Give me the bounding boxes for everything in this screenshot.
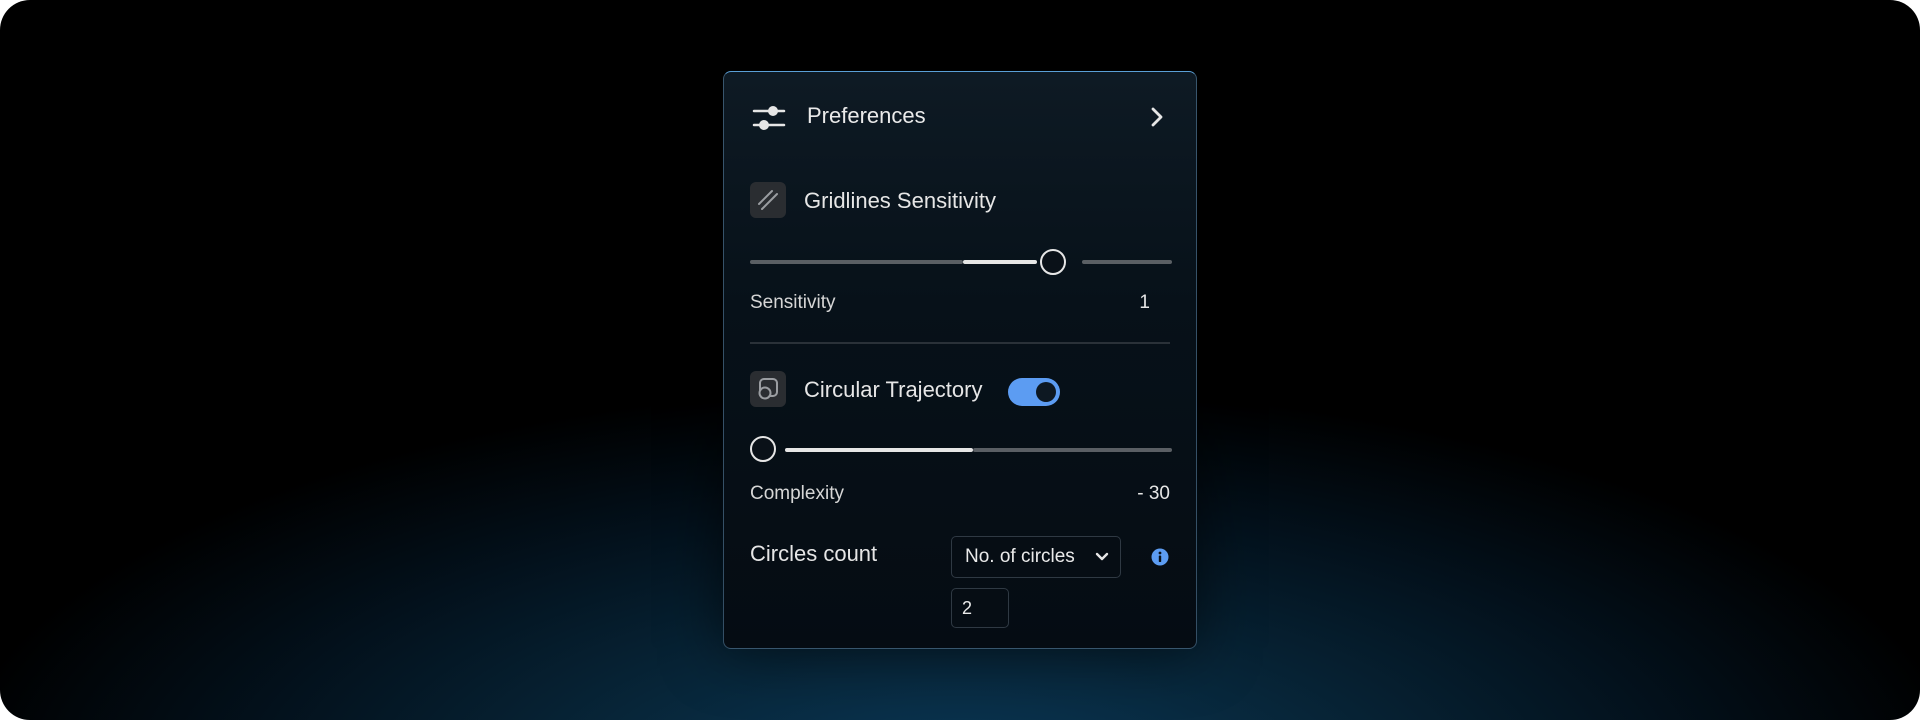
toggle-knob [1036, 382, 1056, 402]
select-value: No. of circles [965, 546, 1075, 567]
circle-square-icon [750, 371, 786, 407]
diagonal-lines-icon [750, 182, 786, 218]
complexity-slider-thumb[interactable] [750, 436, 776, 462]
section-divider [750, 342, 1170, 344]
slider-track-right[interactable] [1082, 260, 1172, 264]
background-stage: Preferences Gridlines Sensitivity Sensit… [0, 0, 1920, 720]
circles-count-label: Circles count [750, 541, 878, 566]
complexity-track-rest[interactable] [973, 448, 1172, 452]
info-icon[interactable] [1151, 548, 1169, 566]
complexity-label: Complexity [750, 483, 844, 504]
sliders-icon [752, 106, 786, 130]
chevron-right-icon[interactable] [1148, 106, 1166, 128]
circular-trajectory-toggle[interactable] [1008, 378, 1060, 406]
slider-track-left[interactable] [750, 260, 963, 264]
sensitivity-value: 1 [1139, 292, 1150, 313]
chevron-down-icon [1095, 552, 1109, 561]
complexity-track-fill[interactable] [785, 448, 973, 452]
circular-section-title: Circular Trajectory [804, 377, 983, 402]
slider-track-fill[interactable] [963, 260, 1037, 264]
sensitivity-slider-thumb[interactable] [1040, 249, 1066, 275]
gridlines-section-title: Gridlines Sensitivity [804, 188, 996, 213]
complexity-value: - 30 [1137, 483, 1170, 504]
panel-header[interactable]: Preferences [724, 72, 1196, 162]
preferences-panel: Preferences Gridlines Sensitivity Sensit… [723, 71, 1197, 649]
panel-title: Preferences [807, 103, 926, 128]
circles-count-select[interactable]: No. of circles [951, 536, 1121, 578]
sensitivity-label: Sensitivity [750, 292, 836, 313]
circles-count-input[interactable] [951, 588, 1009, 628]
